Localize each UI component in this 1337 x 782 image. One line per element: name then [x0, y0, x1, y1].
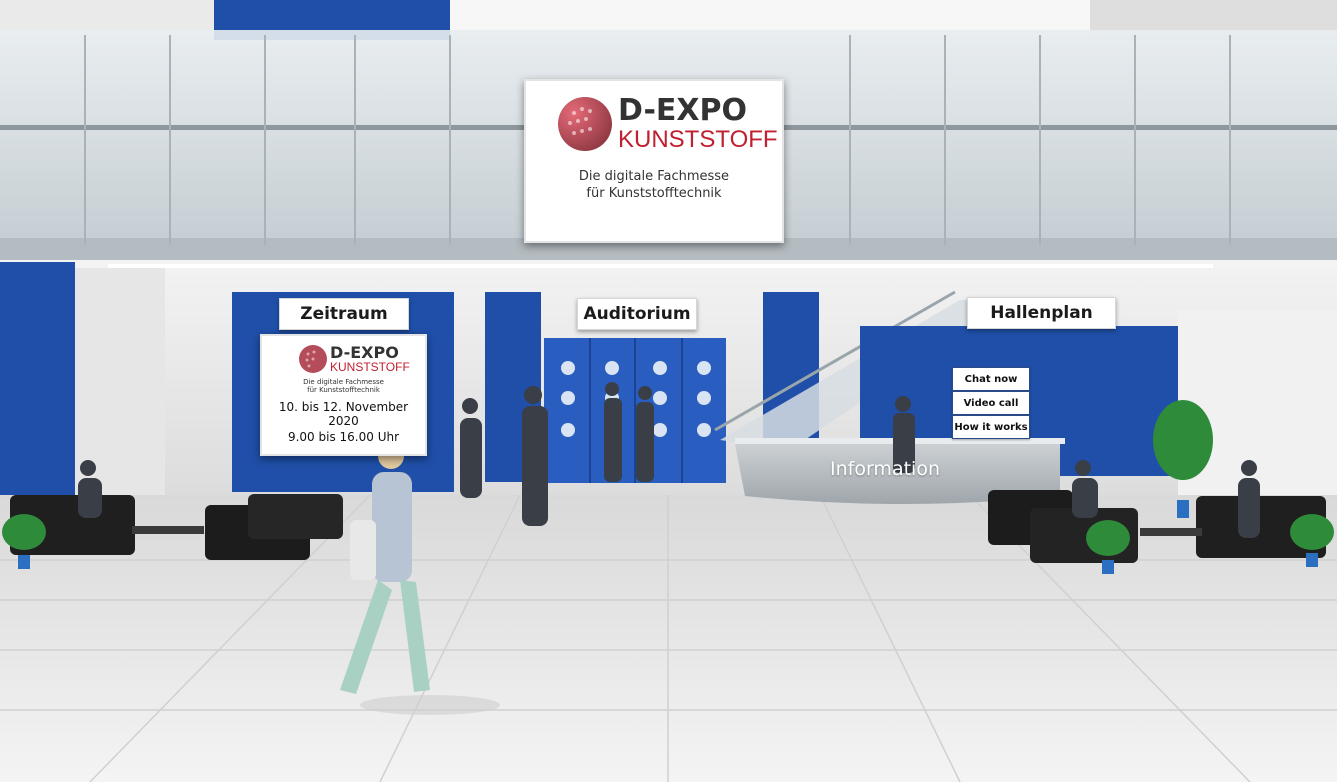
- main-logo-title: D-EXPO: [618, 93, 748, 128]
- main-logo-board[interactable]: D-EXPO KUNSTSTOFF Die digitale Fachmesse…: [524, 79, 784, 243]
- video-call-button[interactable]: Video call: [952, 391, 1030, 415]
- how-it-works-button[interactable]: How it works: [952, 415, 1030, 439]
- zeitraum-label: Zeitraum: [300, 304, 388, 324]
- chat-now-button[interactable]: Chat now: [952, 367, 1030, 391]
- zeitraum-sign[interactable]: Zeitraum: [279, 298, 409, 330]
- main-tagline-1: Die digitale Fachmesse: [578, 169, 730, 184]
- small-dot-globe-icon: [299, 345, 327, 373]
- hallenplan-label: Hallenplan: [990, 303, 1093, 323]
- video-call-label: Video call: [963, 397, 1019, 409]
- zeitraum-logo-subtitle: KUNSTSTOFF: [330, 360, 410, 374]
- auditorium-sign[interactable]: Auditorium: [577, 298, 697, 330]
- virtual-expo-lobby: D-EXPO KUNSTSTOFF Die digitale Fachmesse…: [0, 0, 1337, 782]
- how-it-works-label: How it works: [954, 421, 1028, 433]
- auditorium-label: Auditorium: [583, 304, 691, 324]
- zeitraum-board[interactable]: D-EXPO KUNSTSTOFF Die digitale Fachmesse…: [260, 334, 427, 456]
- chat-now-label: Chat now: [964, 373, 1018, 385]
- information-desk-label[interactable]: Information: [830, 458, 940, 480]
- zeitraum-logo-title: D-EXPO: [330, 343, 399, 362]
- main-logo-subtitle: KUNSTSTOFF: [618, 126, 778, 153]
- zeitraum-hours: 9.00 bis 16.00 Uhr: [287, 430, 400, 444]
- hallenplan-sign[interactable]: Hallenplan: [967, 297, 1116, 329]
- zeitraum-tagline-1: Die digitale Fachmesse: [303, 378, 384, 386]
- zeitraum-tagline-2: für Kunststofftechnik: [307, 386, 380, 394]
- dot-globe-logo-icon: [558, 97, 612, 151]
- main-tagline-2: für Kunststofftechnik: [586, 186, 722, 201]
- zeitraum-dates: 10. bis 12. November 2020: [278, 400, 409, 428]
